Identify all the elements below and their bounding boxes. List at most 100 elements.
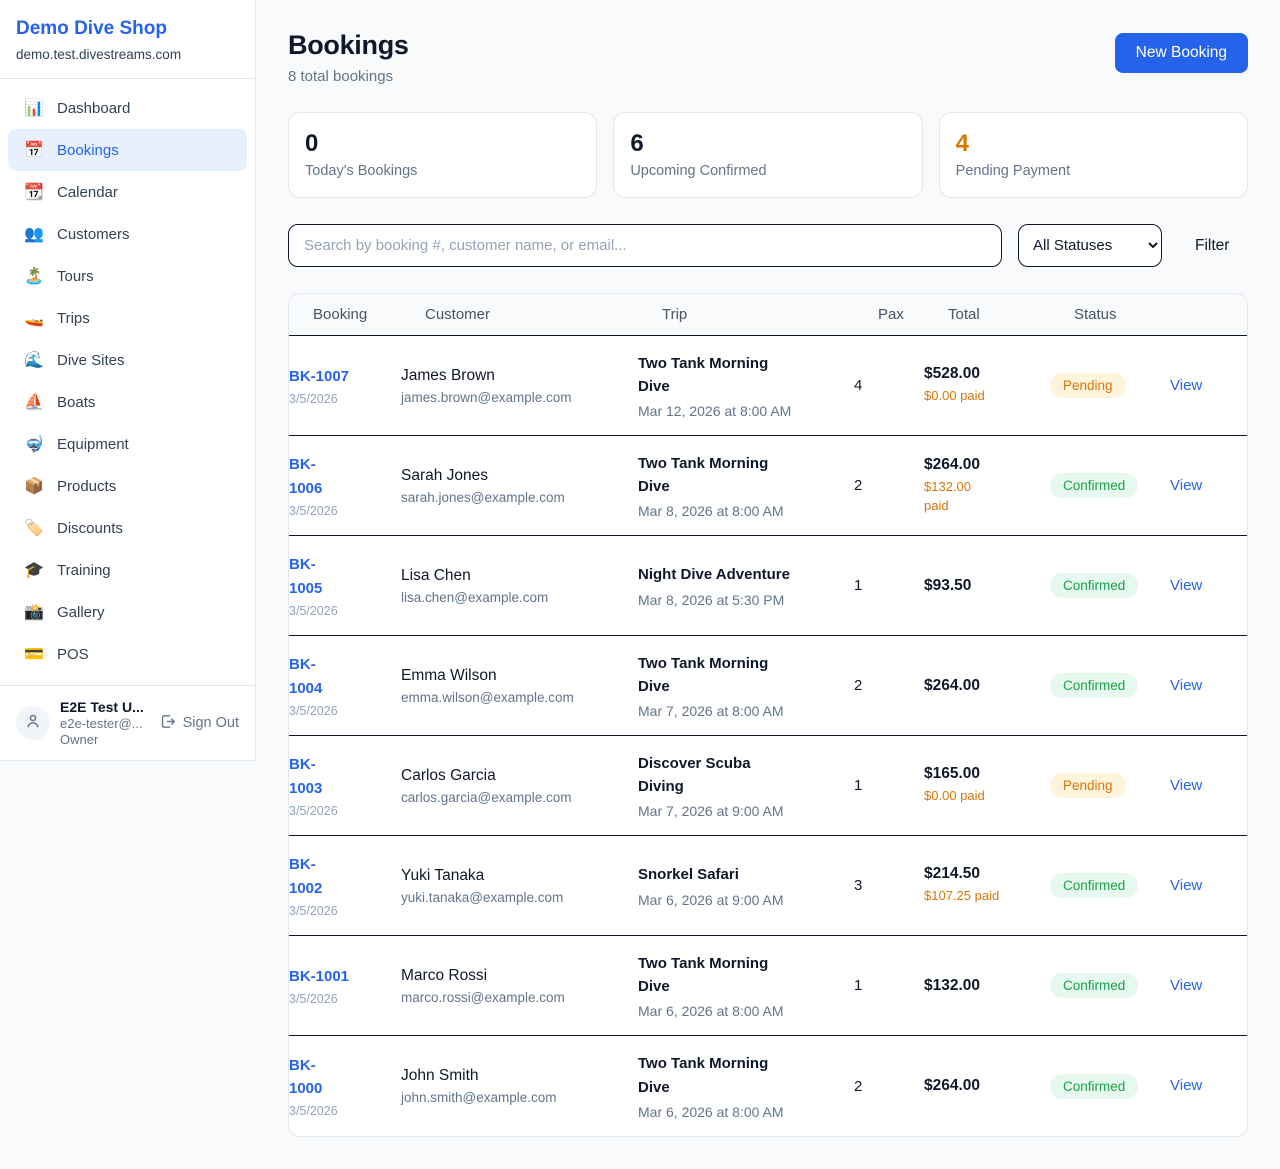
customer-cell: Yuki Tanaka yuki.tanaka@example.com <box>401 867 638 905</box>
filter-button[interactable]: Filter <box>1195 237 1229 255</box>
customer-cell: Emma Wilson emma.wilson@example.com <box>401 667 638 705</box>
customer-cell: Sarah Jones sarah.jones@example.com <box>401 467 638 505</box>
sidebar-item-label: Trips <box>57 310 90 327</box>
trip-name: Two Tank MorningDive <box>638 652 854 699</box>
search-input[interactable] <box>288 224 1002 267</box>
booking-date: 3/5/2026 <box>289 704 401 718</box>
total-cell: $165.00 $0.00 paid <box>924 765 1050 806</box>
action-cell: View <box>1170 1077 1247 1095</box>
user-role: Owner <box>60 732 149 747</box>
status-filter-select[interactable]: All Statuses <box>1018 224 1162 267</box>
sidebar-item-trips[interactable]: 🚤 Trips <box>8 297 247 339</box>
sidebar-item-discounts[interactable]: 🏷️ Discounts <box>8 507 247 549</box>
booking-cell: BK-1007 3/5/2026 <box>289 365 401 406</box>
sidebar-item-customers[interactable]: 👥 Customers <box>8 213 247 255</box>
customer-email: emma.wilson@example.com <box>401 690 638 705</box>
sidebar-item-products[interactable]: 📦 Products <box>8 465 247 507</box>
sidebar-item-dive-sites[interactable]: 🌊 Dive Sites <box>8 339 247 381</box>
status-badge: Confirmed <box>1050 873 1138 898</box>
paid-amount: $132.00paid <box>924 478 1050 516</box>
table-row: BK-1005 3/5/2026 Lisa Chen lisa.chen@exa… <box>289 536 1247 636</box>
trip-datetime: Mar 6, 2026 at 9:00 AM <box>638 892 854 908</box>
trip-cell: Snorkel Safari Mar 6, 2026 at 9:00 AM <box>638 863 854 907</box>
status-badge: Confirmed <box>1050 573 1138 598</box>
sidebar-item-calendar[interactable]: 📆 Calendar <box>8 171 247 213</box>
sidebar-item-training[interactable]: 🎓 Training <box>8 549 247 591</box>
customer-email: john.smith@example.com <box>401 1090 638 1105</box>
customer-cell: Marco Rossi marco.rossi@example.com <box>401 967 638 1005</box>
trip-cell: Two Tank MorningDive Mar 6, 2026 at 8:00… <box>638 952 854 1020</box>
table-row: BK-1004 3/5/2026 Emma Wilson emma.wilson… <box>289 636 1247 736</box>
trip-cell: Two Tank MorningDive Mar 6, 2026 at 8:00… <box>638 1052 854 1120</box>
new-booking-button[interactable]: New Booking <box>1115 33 1248 73</box>
status-cell: Pending <box>1050 373 1170 398</box>
sidebar-item-pos[interactable]: 💳 POS <box>8 633 247 675</box>
stat-label: Today's Bookings <box>305 163 580 179</box>
sidebar-item-boats[interactable]: ⛵ Boats <box>8 381 247 423</box>
column-header-status: Status <box>1074 306 1194 323</box>
action-cell: View <box>1170 777 1247 795</box>
booking-id-link[interactable]: BK-1000 <box>289 1054 322 1101</box>
view-link[interactable]: View <box>1170 677 1202 694</box>
sidebar-item-gallery[interactable]: 📸 Gallery <box>8 591 247 633</box>
status-cell: Confirmed <box>1050 1074 1170 1099</box>
app-layout: Demo Dive Shop demo.test.divestreams.com… <box>0 0 1280 1169</box>
sidebar-item-equipment[interactable]: 🤿 Equipment <box>8 423 247 465</box>
sidebar-item-tours[interactable]: 🏝️ Tours <box>8 255 247 297</box>
customer-email: lisa.chen@example.com <box>401 590 638 605</box>
booking-date: 3/5/2026 <box>289 1104 401 1118</box>
status-badge: Pending <box>1050 773 1126 798</box>
stat-card-pending-payment: 4 Pending Payment <box>939 112 1248 198</box>
sidebar-item-label: Boats <box>57 394 95 411</box>
view-link[interactable]: View <box>1170 1077 1202 1094</box>
user-block: E2E Test U... e2e-tester@... Owner Sign … <box>0 685 255 760</box>
sidebar-item-dashboard[interactable]: 📊 Dashboard <box>8 87 247 129</box>
sign-out-button[interactable]: Sign Out <box>159 713 239 734</box>
customer-name: Yuki Tanaka <box>401 867 638 885</box>
customer-cell: Carlos Garcia carlos.garcia@example.com <box>401 767 638 805</box>
booking-id-link[interactable]: BK-1006 <box>289 453 322 500</box>
filter-row: All Statuses Filter <box>288 224 1248 267</box>
sidebar-item-label: Calendar <box>57 184 118 201</box>
booking-id-link[interactable]: BK-1001 <box>289 965 349 988</box>
view-link[interactable]: View <box>1170 477 1202 494</box>
booking-id-link[interactable]: BK-1007 <box>289 365 349 388</box>
view-link[interactable]: View <box>1170 377 1202 394</box>
column-header-customer: Customer <box>425 306 662 323</box>
view-link[interactable]: View <box>1170 977 1202 994</box>
trip-datetime: Mar 7, 2026 at 8:00 AM <box>638 703 854 719</box>
trip-datetime: Mar 8, 2026 at 5:30 PM <box>638 592 854 608</box>
trip-name: Two Tank MorningDive <box>638 452 854 499</box>
action-cell: View <box>1170 377 1247 395</box>
people-icon: 👥 <box>24 224 44 244</box>
brand-block: Demo Dive Shop demo.test.divestreams.com <box>0 0 255 79</box>
view-link[interactable]: View <box>1170 777 1202 794</box>
trip-datetime: Mar 6, 2026 at 8:00 AM <box>638 1003 854 1019</box>
brand-domain: demo.test.divestreams.com <box>16 47 239 62</box>
total-amount: $93.50 <box>924 577 1050 595</box>
page-header: Bookings 8 total bookings New Booking <box>288 30 1248 85</box>
total-cell: $264.00 <box>924 1077 1050 1095</box>
person-icon <box>24 712 42 735</box>
pax-count: 1 <box>854 777 924 794</box>
total-cell: $132.00 <box>924 977 1050 995</box>
wave-icon: 🌊 <box>24 350 44 370</box>
speedboat-icon: 🚤 <box>24 308 44 328</box>
camera-icon: 📸 <box>24 602 44 622</box>
sidebar-item-bookings[interactable]: 📅 Bookings <box>8 129 247 171</box>
total-amount: $132.00 <box>924 977 1050 995</box>
booking-id-link[interactable]: BK-1004 <box>289 653 322 700</box>
view-link[interactable]: View <box>1170 577 1202 594</box>
booking-id-link[interactable]: BK-1005 <box>289 553 322 600</box>
booking-date: 3/5/2026 <box>289 904 401 918</box>
table-row: BK-1006 3/5/2026 Sarah Jones sarah.jones… <box>289 436 1247 536</box>
booking-id-link[interactable]: BK-1003 <box>289 753 322 800</box>
booking-cell: BK-1002 3/5/2026 <box>289 853 401 918</box>
total-amount: $264.00 <box>924 1077 1050 1095</box>
booking-cell: BK-1001 3/5/2026 <box>289 965 401 1006</box>
booking-cell: BK-1006 3/5/2026 <box>289 453 401 518</box>
sailboat-icon: ⛵ <box>24 392 44 412</box>
booking-id-link[interactable]: BK-1002 <box>289 853 322 900</box>
view-link[interactable]: View <box>1170 877 1202 894</box>
total-amount: $264.00 <box>924 456 1050 474</box>
